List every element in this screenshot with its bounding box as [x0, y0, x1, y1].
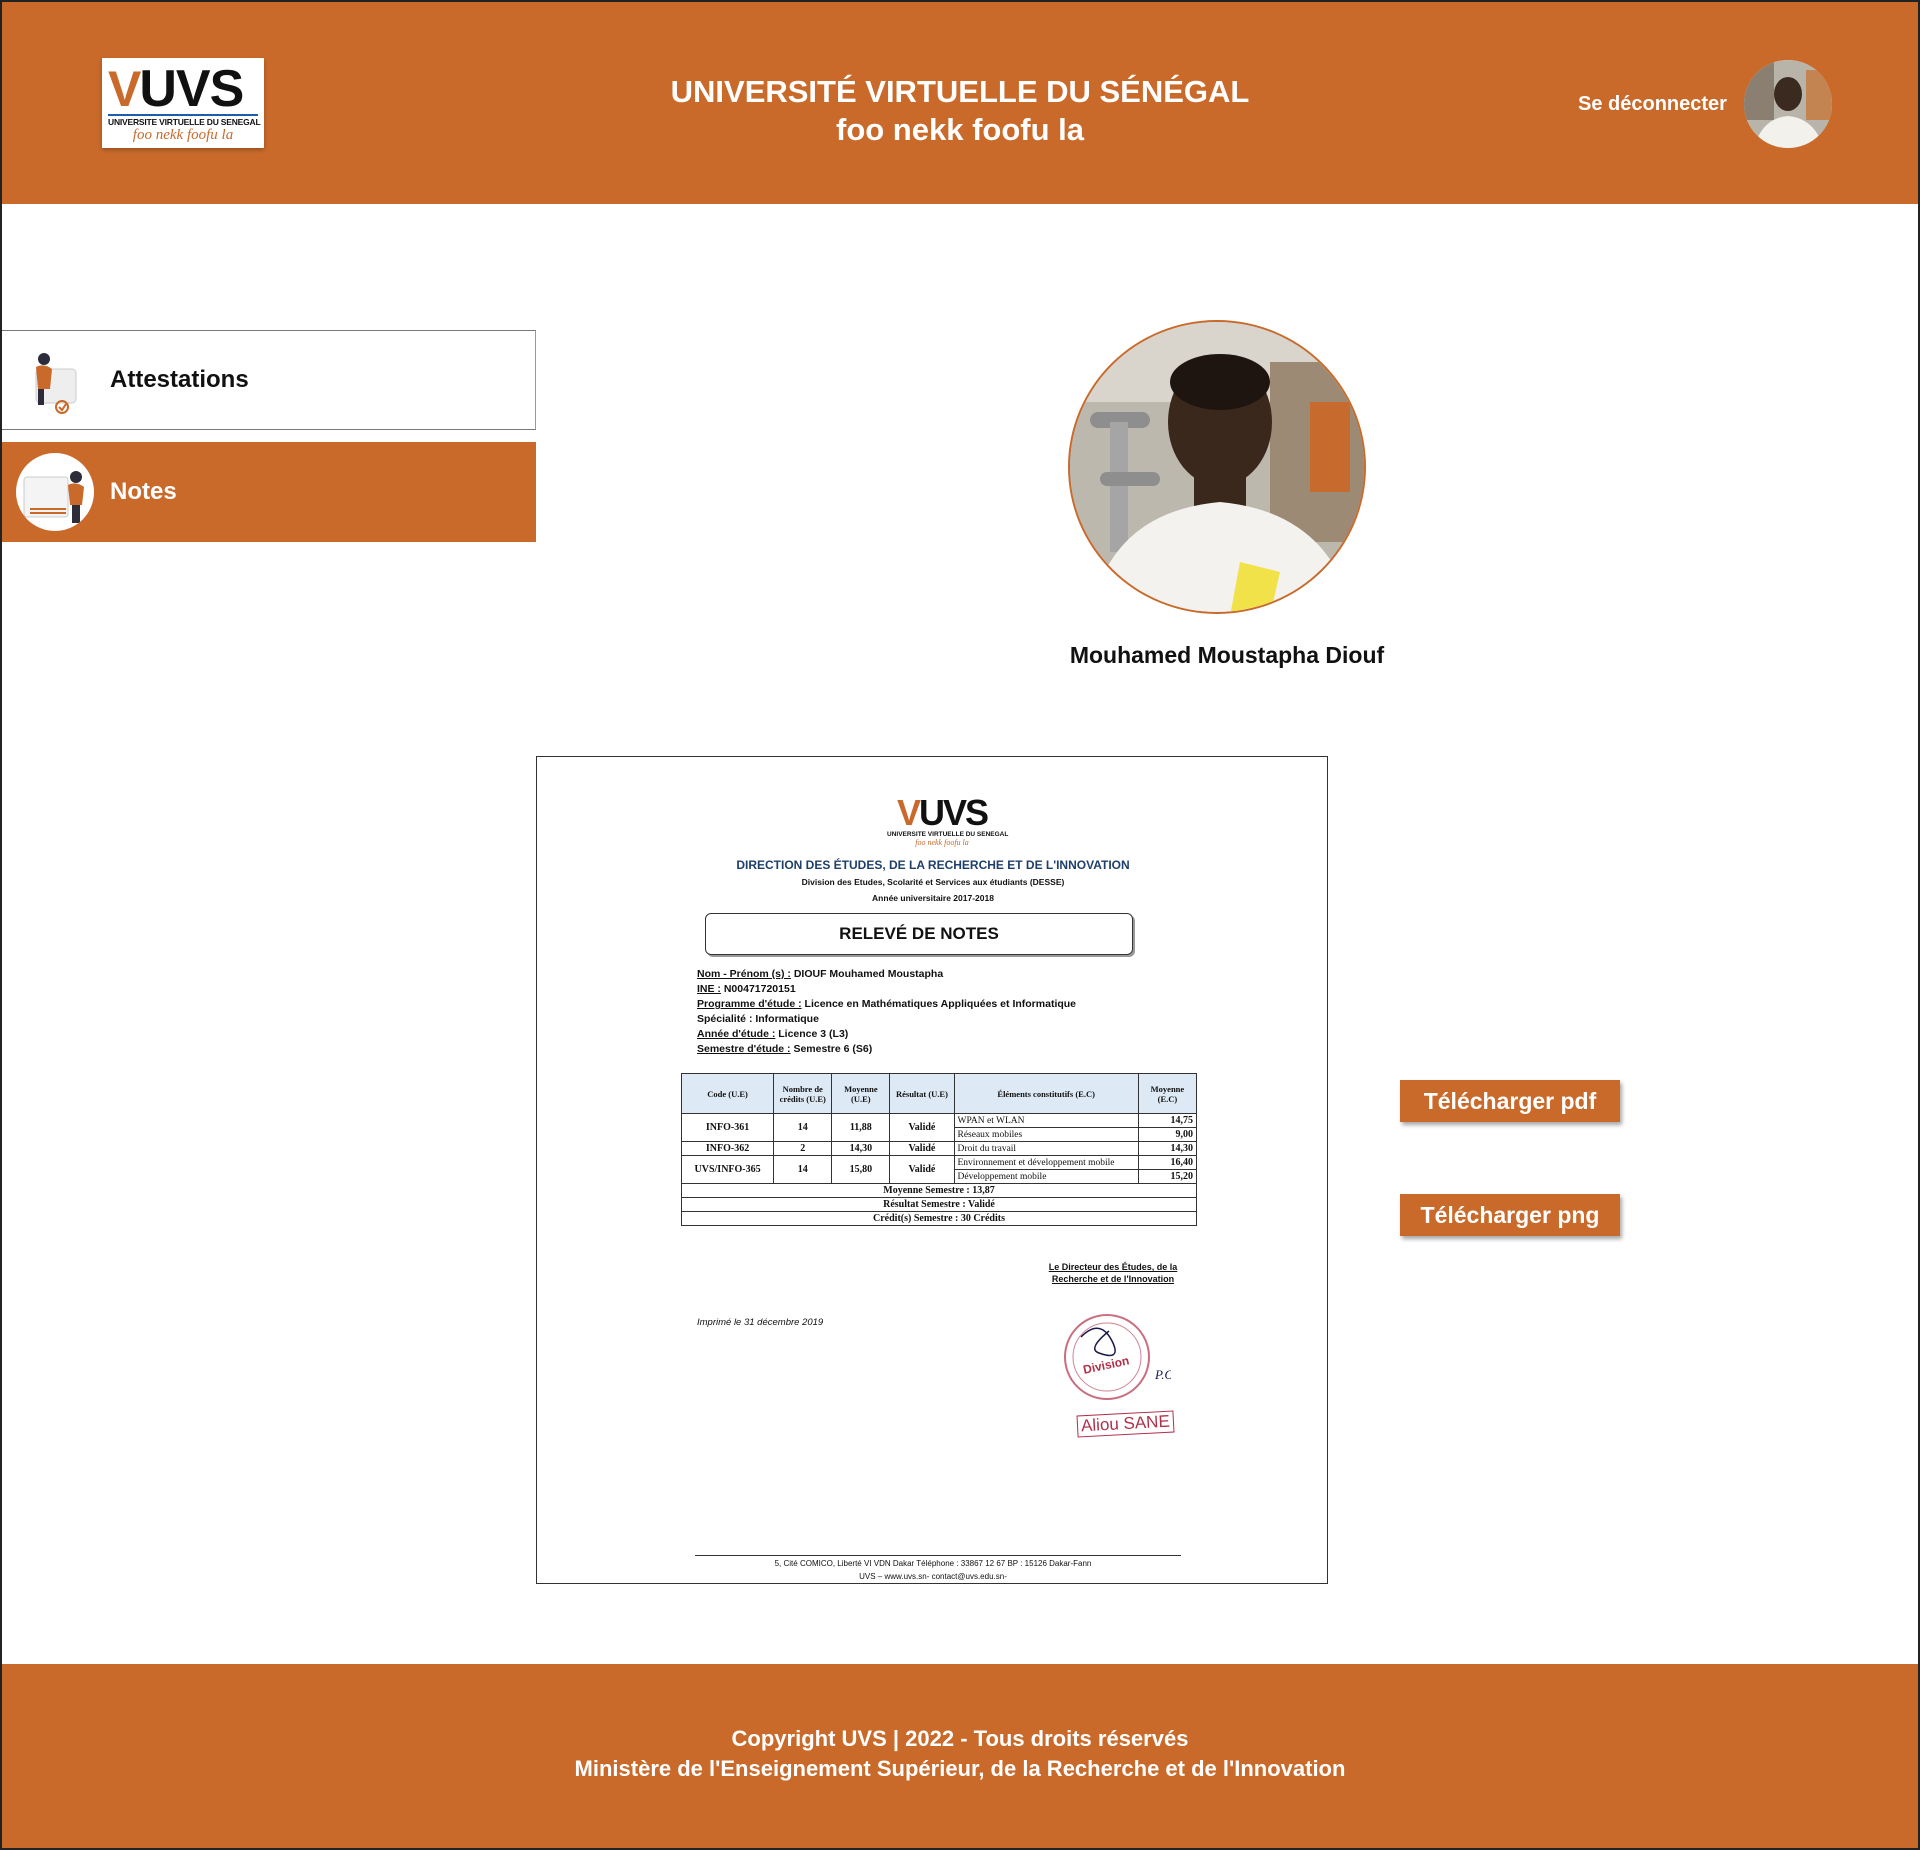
attestation-illustration-icon	[16, 341, 94, 419]
table-row: UVS/INFO-365 14 15,80 Validé Environneme…	[680, 1155, 1198, 1184]
table-header: Nombre de crédits (U.E)	[773, 1073, 833, 1114]
table-header: Code (U.E)	[680, 1073, 775, 1114]
table-header: Moyenne (U.E)	[831, 1073, 891, 1114]
sidebar-item-label: Attestations	[110, 366, 249, 393]
document-direction: DIRECTION DES ÉTUDES, DE LA RECHERCHE ET…	[736, 858, 1130, 872]
sidebar-item-attestations[interactable]: Attestations	[2, 330, 536, 430]
official-stamp-icon: Division P.O	[1064, 1314, 1171, 1400]
profile-name: Mouhamed Moustapha Diouf	[1069, 642, 1385, 668]
summary-row: Crédit(s) Semestre : 30 Crédits	[681, 1211, 1197, 1226]
user-photo	[1744, 60, 1832, 148]
document-year: Année universitaire 2017-2018	[872, 893, 994, 903]
signatory-title: Le Directeur des Études, de la Recherche…	[1048, 1262, 1178, 1284]
sidebar-item-label: Notes	[110, 478, 177, 505]
svg-text:P.O: P.O	[1154, 1367, 1171, 1382]
table-header: Moyenne (E.C)	[1137, 1073, 1198, 1114]
ministry-text: Ministère de l'Enseignement Supérieur, d…	[574, 1756, 1346, 1781]
stamp-name: Aliou SANE	[1076, 1410, 1175, 1438]
sidebar-item-notes[interactable]: Notes	[2, 442, 536, 542]
table-row: INFO-361 14 11,88 Validé WPAN et WLAN 14…	[680, 1113, 1198, 1142]
copyright-text: Copyright UVS | 2022 - Tous droits réser…	[731, 1726, 1189, 1751]
table-row: INFO-362 2 14,30 Validé Droit du travail…	[680, 1141, 1198, 1156]
header: V UVS UNIVERSITE VIRTUELLE DU SENEGAL fo…	[2, 2, 1918, 204]
logout-link[interactable]: Se déconnecter	[1578, 93, 1727, 116]
document-address: 5, Cité COMICO, Liberté VI VDN Dakar Tél…	[774, 1559, 1092, 1568]
document-logo: VUVS UNIVERSITE VIRTUELLE DU SENEGAL foo…	[887, 792, 1009, 848]
document-title: RELEVÉ DE NOTES	[705, 913, 1133, 955]
notes-illustration-icon	[16, 453, 94, 531]
table-header-row: Code (U.E) Nombre de crédits (U.E) Moyen…	[680, 1073, 1198, 1114]
download-png-button[interactable]: Télécharger png	[1400, 1194, 1620, 1236]
footer: Copyright UVS | 2022 - Tous droits réser…	[2, 1664, 1918, 1848]
divider	[695, 1555, 1181, 1556]
profile-photo	[1068, 320, 1366, 614]
student-info: Nom - Prénom (s) : DIOUF Mouhamed Mousta…	[697, 968, 1077, 1055]
grades-table: Code (U.E) Nombre de crédits (U.E) Moyen…	[680, 1073, 1198, 1226]
document-division: Division des Etudes, Scolarité et Servic…	[801, 877, 1065, 887]
printed-date: Imprimé le 31 décembre 2019	[697, 1317, 824, 1328]
university-motto: foo nekk foofu la	[836, 112, 1084, 147]
transcript-document: VUVS UNIVERSITE VIRTUELLE DU SENEGAL foo…	[536, 756, 1328, 1584]
user-avatar[interactable]	[1744, 60, 1832, 148]
document-contact: UVS – www.uvs.sn- contact@uvs.edu.sn-	[859, 1572, 1007, 1581]
svg-text:Division: Division	[1082, 1353, 1131, 1376]
summary-row: Résultat Semestre : Validé	[681, 1197, 1197, 1212]
download-pdf-button[interactable]: Télécharger pdf	[1400, 1080, 1620, 1122]
table-header: Résultat (U.E)	[889, 1073, 955, 1114]
summary-row: Moyenne Semestre : 13,87	[681, 1183, 1197, 1198]
table-header: Éléments constitutifs (E.C)	[953, 1073, 1139, 1114]
